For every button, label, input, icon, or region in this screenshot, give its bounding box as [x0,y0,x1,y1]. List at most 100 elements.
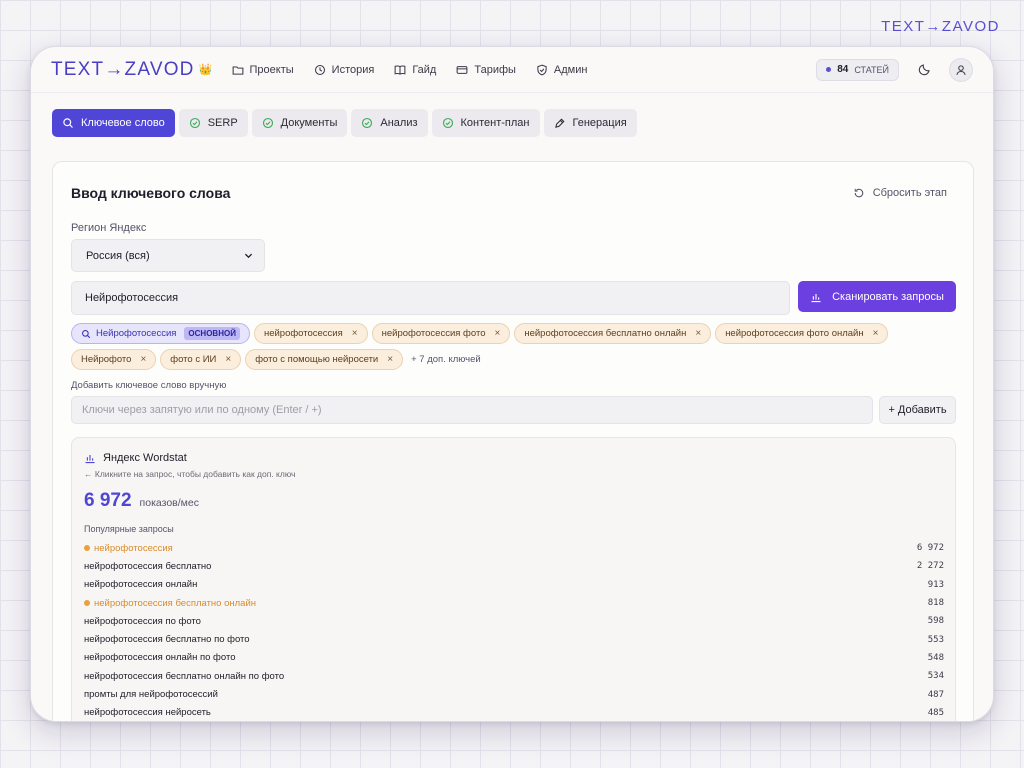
query-label: нейрофотосессия онлайн [84,579,198,591]
remove-chip-button[interactable]: × [494,328,500,339]
tab-serp[interactable]: SERP [178,109,248,137]
tab-content-plan[interactable]: Контент-план [431,109,540,137]
query-row[interactable]: нейрофотосессия 6 972 [84,539,944,557]
user-avatar-button[interactable] [949,57,973,82]
query-label: нейрофотосессия [94,542,173,554]
query-text: нейрофотосессия онлайн по фото [84,652,235,663]
query-text: нейрофотосессия бесплатно онлайн [84,598,256,609]
remove-chip-button[interactable]: × [225,354,231,365]
remove-chip-button[interactable]: × [352,328,358,339]
tab-label: Ключевое слово [81,117,165,129]
query-row[interactable]: нейрофотосессия по фото 598 [84,612,944,630]
nav-admin[interactable]: Админ [536,64,587,76]
tab-label: SERP [207,117,238,129]
chip-label: нейрофотосессия фото [381,328,486,339]
query-label: промты для нейрофотосессий [84,689,218,701]
query-text: нейрофотосессия бесплатно онлайн по фото [84,671,284,682]
query-count: 487 [927,689,944,700]
shield-icon [537,64,547,75]
query-count: 485 [927,707,944,718]
keyword-chip[interactable]: фото с ИИ × [160,349,242,370]
check-circle-icon [442,117,453,129]
tab-documents[interactable]: Документы [251,109,348,137]
scan-queries-button[interactable]: Сканировать запросы [798,281,956,312]
chip-label: нейрофотосессия фото онлайн [725,328,864,339]
nav-projects[interactable]: Проекты [232,64,294,76]
chip-label: Нейрофото [81,354,132,365]
check-circle-icon [362,117,373,129]
credits-dot [826,67,832,72]
total-impressions: 6 972 [84,490,132,511]
query-label: нейрофотосессия бесплатно онлайн по фото [84,670,285,682]
region-value: Россия (вся) [86,249,150,262]
keyword-chip[interactable]: нейрофотосессия бесплатно онлайн × [514,323,712,344]
credits-unit: СТАТЕЙ [854,64,889,75]
remove-chip-button[interactable]: × [140,354,146,365]
corner-logo: TEXT→ZAVOD [881,18,1000,35]
book-icon [394,64,406,75]
query-row[interactable]: нейрофотосессия онлайн 913 [84,576,944,594]
credits-count: 84 [837,64,849,75]
tab-keyword[interactable]: Ключевое слово [52,109,175,137]
tab-generation[interactable]: Генерация [543,109,637,137]
keyword-chip[interactable]: нейрофотосессия фото × [371,323,511,344]
query-row[interactable]: нейрофотосессия онлайн по фото 548 [84,649,944,667]
tab-analysis[interactable]: Анализ [351,109,428,137]
card-title: Ввод ключевого слова [71,185,231,201]
chip-label: Нейрофотосессия [96,328,177,339]
scan-label: Сканировать запросы [832,290,944,303]
manual-keyword-label: Добавить ключевое слово вручную [71,380,227,391]
bar-chart-icon [85,455,95,464]
keyword-chip[interactable]: нейрофотосессия фото онлайн × [715,323,889,344]
nav-guide[interactable]: Гайд [394,64,436,76]
query-row[interactable]: нейрофотосессия бесплатно онлайн по фото… [84,667,944,685]
query-count: 534 [927,671,944,682]
query-row[interactable]: нейрофотосессия бесплатно онлайн 818 [84,594,944,612]
main-badge: ОСНОВНОЙ [184,327,240,340]
selected-dot-icon [84,600,90,607]
pen-icon [554,118,564,128]
manual-keyword-input[interactable]: Ключи через запятую или по одному (Enter… [71,396,873,424]
top-navbar: TEXT→ZAVOD 👑 Проекты История Гайд Тарифы… [31,47,993,93]
region-select[interactable]: Россия (вся) [71,239,265,272]
chip-label: нейрофотосессия [263,328,343,339]
wordstat-total: 6 972 показов/мес [84,490,199,512]
check-circle-icon [189,117,200,129]
wordstat-title: Яндекс Wordstat [84,452,187,464]
more-keywords-link[interactable]: + 7 доп. ключей [411,354,481,365]
nav-history[interactable]: История [314,64,374,76]
keyword-chip[interactable]: Нейрофото × [71,349,157,370]
total-unit: показов/мес [139,497,199,509]
popular-queries-label: Популярные запросы [84,524,174,534]
keyword-chip[interactable]: фото с помощью нейросети × [245,349,404,370]
history-icon [314,64,325,75]
query-label: нейрофотосессия бесплатно [84,560,212,572]
crown-icon: 👑 [198,64,214,76]
query-row[interactable]: нейрофотосессия бесплатно по фото 553 [84,630,944,648]
add-keyword-button[interactable]: + Добавить [879,396,956,424]
query-row[interactable]: промты для нейрофотосессий 487 [84,685,944,703]
wordstat-hint: ← Кликните на запрос, чтобы добавить как… [84,469,296,479]
query-label: нейрофотосессия бесплатно по фото [84,634,250,646]
search-icon [63,118,73,128]
keyword-value: Нейрофотосессия [85,292,179,304]
keyword-chip[interactable]: нейрофотосессия × [253,323,368,344]
tab-label: Документы [280,117,338,129]
theme-toggle-button[interactable] [913,59,935,81]
nav-pricing[interactable]: Тарифы [456,64,516,76]
remove-chip-button[interactable]: × [387,354,393,365]
reset-stage-button[interactable]: Сбросить этап [853,187,947,199]
bar-chart-icon [811,293,821,302]
remove-chip-button[interactable]: × [873,328,879,339]
query-label: нейрофотосессия нейросеть [84,707,211,719]
query-row[interactable]: нейрофотосессия бесплатно 2 272 [84,557,944,575]
brand-logo[interactable]: TEXT→ZAVOD 👑 [51,59,214,81]
remove-chip-button[interactable]: × [695,328,701,339]
credits-badge[interactable]: 84 СТАТЕЙ [816,58,899,81]
main-keyword-chip[interactable]: Нейрофотосессия ОСНОВНОЙ [71,323,250,344]
query-count: 6 972 [916,543,944,554]
reset-label: Сбросить этап [872,187,947,199]
query-row[interactable]: нейрофотосессия нейросеть 485 [84,704,944,721]
search-icon [82,329,91,338]
keyword-input[interactable]: Нейрофотосессия [71,281,790,315]
